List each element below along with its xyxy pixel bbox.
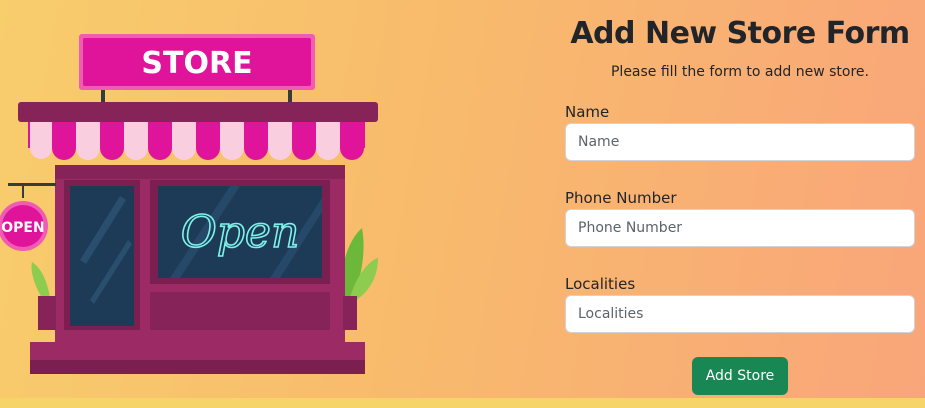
open-neon-sign: Open <box>181 207 300 258</box>
phone-number-label: Phone Number <box>565 189 677 207</box>
store-illustration: STORE Open OPEN <box>0 34 378 374</box>
store-base <box>30 360 365 374</box>
open-badge-text: OPEN <box>1 220 44 236</box>
localities-input[interactable] <box>565 295 915 333</box>
add-store-form: Add New Store Form Please fill the form … <box>555 0 925 408</box>
name-input[interactable] <box>565 123 915 161</box>
awning-scallops <box>30 122 364 160</box>
sign-hanger-chain <box>22 186 24 198</box>
name-label: Name <box>565 103 610 121</box>
form-subtitle: Please fill the form to add new store. <box>610 64 869 80</box>
door-glass <box>70 186 134 326</box>
form-title: Add New Store Form <box>570 16 910 51</box>
sign-hanger-bar <box>8 183 56 186</box>
sign-post-right <box>288 88 292 104</box>
roof-bar <box>18 102 378 122</box>
store-step <box>30 342 365 360</box>
sign-post-left <box>101 88 105 104</box>
lower-panel <box>150 292 330 330</box>
planter-left <box>38 296 56 330</box>
phone-number-input[interactable] <box>565 209 915 247</box>
store-sign-text: STORE <box>141 46 252 81</box>
building-top-shade <box>55 165 345 179</box>
add-store-button[interactable]: Add Store <box>692 357 788 395</box>
planter-right <box>343 296 357 330</box>
localities-label: Localities <box>565 275 636 293</box>
plant-leaf <box>31 262 50 298</box>
